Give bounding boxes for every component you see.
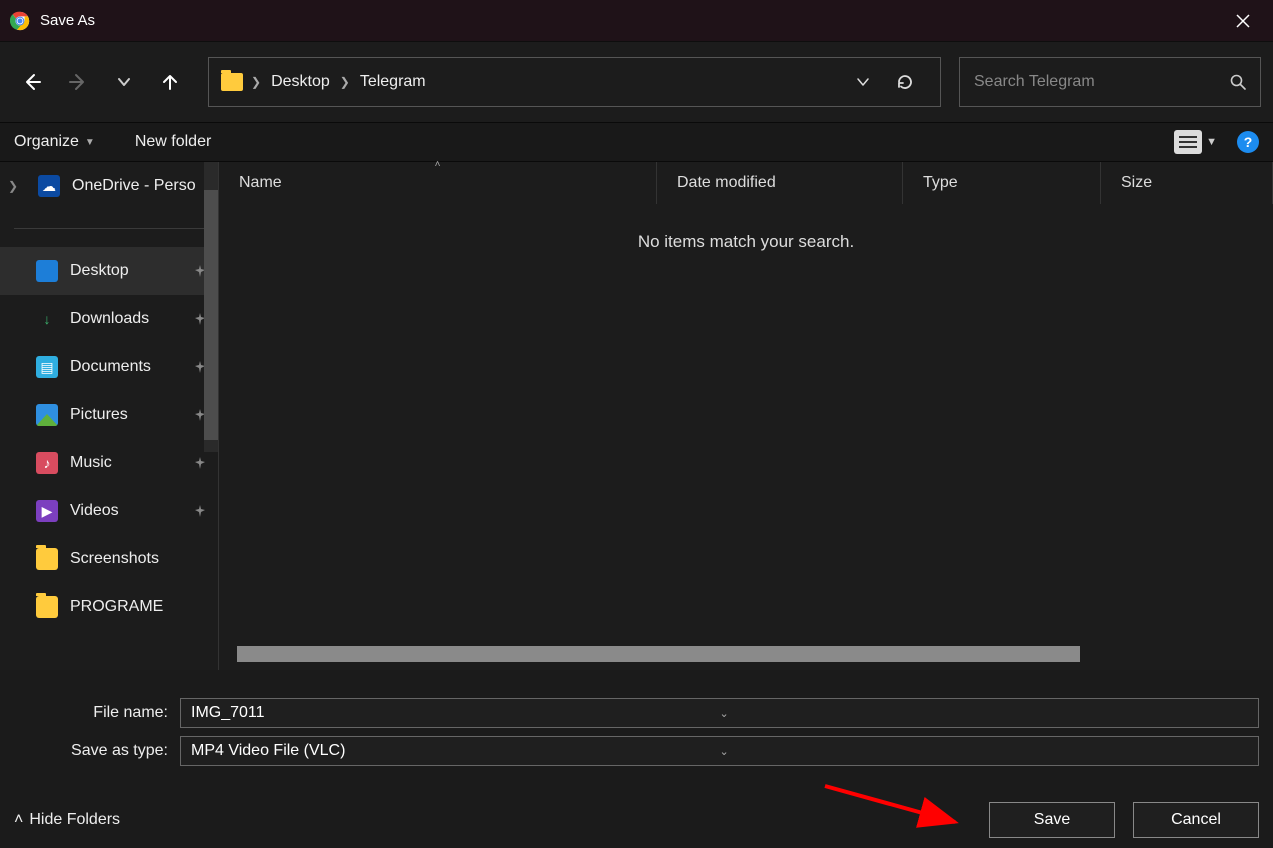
hide-folders-button[interactable]: ˄ Hide Folders (14, 811, 120, 829)
sidebar-item-downloads[interactable]: ↓ Downloads (0, 295, 218, 343)
search-bar[interactable] (959, 57, 1261, 107)
chevron-right-icon[interactable]: ❯ (8, 179, 26, 193)
folder-icon (36, 596, 58, 618)
column-date[interactable]: Date modified (657, 162, 903, 204)
column-type-label: Type (923, 174, 958, 192)
close-button[interactable] (1223, 1, 1263, 41)
pin-icon (194, 457, 206, 469)
sidebar: ❯ ☁ OneDrive - Perso Desktop ↓ Downloads ▤ D… (0, 162, 218, 670)
breadcrumb-telegram[interactable]: Telegram (358, 73, 428, 91)
sidebar-scrollbar-thumb[interactable] (204, 190, 218, 440)
title-bar: Save As (0, 0, 1273, 42)
back-button[interactable] (12, 62, 52, 102)
chevron-right-icon[interactable]: ❯ (251, 75, 261, 89)
sidebar-item-label: Documents (70, 358, 151, 376)
filename-label: File name: (14, 704, 180, 722)
organize-label: Organize (14, 133, 79, 151)
help-button[interactable]: ? (1237, 131, 1259, 153)
bottom-panel: File name: ⌄ Save as type: MP4 Video Fil… (0, 670, 1273, 848)
download-icon: ↓ (36, 308, 58, 330)
refresh-button[interactable] (896, 73, 928, 91)
up-button[interactable] (150, 62, 190, 102)
save-button[interactable]: Save (989, 802, 1115, 838)
pin-icon (194, 505, 206, 517)
address-dropdown[interactable] (856, 75, 888, 89)
savetype-dropdown[interactable]: ⌄ (720, 745, 1249, 758)
savetype-field[interactable]: MP4 Video File (VLC) ⌄ (180, 736, 1259, 766)
empty-message: No items match your search. (219, 204, 1273, 252)
search-input[interactable] (974, 73, 1230, 91)
horizontal-scrollbar-thumb[interactable] (237, 646, 1080, 662)
sidebar-item-label: PROGRAME (70, 598, 163, 616)
savetype-label: Save as type: (14, 742, 180, 760)
chevron-right-icon[interactable]: ❯ (340, 75, 350, 89)
filename-row: File name: ⌄ (14, 698, 1259, 728)
music-icon: ♪ (36, 452, 58, 474)
new-folder-label: New folder (135, 133, 211, 151)
new-folder-button[interactable]: New folder (135, 133, 211, 151)
view-options-button[interactable] (1174, 130, 1202, 154)
window-title: Save As (40, 12, 1223, 29)
nav-bar: ❯ Desktop ❯ Telegram (0, 42, 1273, 122)
sidebar-item-label: Downloads (70, 310, 149, 328)
chevron-up-icon: ˄ (14, 811, 23, 829)
recent-dropdown[interactable] (104, 62, 144, 102)
cancel-button-label: Cancel (1171, 811, 1221, 829)
column-headers: Name ˄ Date modified Type Size (219, 162, 1273, 204)
column-type[interactable]: Type (903, 162, 1101, 204)
organize-button[interactable]: Organize ▼ (14, 133, 95, 151)
sidebar-item-desktop[interactable]: Desktop (0, 247, 218, 295)
picture-icon (36, 404, 58, 426)
sidebar-item-label: Videos (70, 502, 119, 520)
file-list: Name ˄ Date modified Type Size No items … (218, 162, 1273, 670)
hide-folders-label: Hide Folders (29, 811, 120, 829)
document-icon: ▤ (36, 356, 58, 378)
toolbar: Organize ▼ New folder ▼ ? (0, 122, 1273, 162)
sort-indicator-icon: ˄ (435, 159, 441, 170)
sidebar-item-videos[interactable]: ▶ Videos (0, 487, 218, 535)
filename-field[interactable]: ⌄ (180, 698, 1259, 728)
onedrive-icon: ☁ (38, 175, 60, 197)
column-name-label: Name (239, 174, 282, 192)
forward-button[interactable] (58, 62, 98, 102)
savetype-value: MP4 Video File (VLC) (191, 742, 720, 760)
sidebar-item-onedrive[interactable]: ❯ ☁ OneDrive - Perso (0, 162, 218, 210)
sidebar-item-programe[interactable]: PROGRAME (0, 583, 218, 631)
filename-input[interactable] (191, 704, 720, 722)
caret-down-icon: ▼ (85, 137, 95, 148)
filename-dropdown[interactable]: ⌄ (720, 707, 1249, 720)
sidebar-item-label: Pictures (70, 406, 128, 424)
separator (14, 228, 204, 229)
view-options-dropdown[interactable]: ▼ (1206, 136, 1217, 148)
address-bar[interactable]: ❯ Desktop ❯ Telegram (208, 57, 941, 107)
main-area: ❯ ☁ OneDrive - Perso Desktop ↓ Downloads ▤ D… (0, 162, 1273, 670)
sidebar-item-label: Music (70, 454, 112, 472)
sidebar-item-pictures[interactable]: Pictures (0, 391, 218, 439)
video-icon: ▶ (36, 500, 58, 522)
sidebar-item-label: Screenshots (70, 550, 159, 568)
sidebar-item-label: OneDrive - Perso (72, 177, 196, 195)
folder-icon (221, 73, 243, 91)
sidebar-item-music[interactable]: ♪ Music (0, 439, 218, 487)
bottom-actions: ˄ Hide Folders Save Cancel (0, 802, 1273, 838)
column-date-label: Date modified (677, 174, 776, 192)
sidebar-item-screenshots[interactable]: Screenshots (0, 535, 218, 583)
desktop-icon (36, 260, 58, 282)
chrome-icon (10, 11, 30, 31)
search-icon[interactable] (1230, 74, 1246, 90)
column-size[interactable]: Size (1101, 162, 1273, 204)
savetype-row: Save as type: MP4 Video File (VLC) ⌄ (14, 736, 1259, 766)
folder-icon (36, 548, 58, 570)
breadcrumb-desktop[interactable]: Desktop (269, 73, 332, 91)
sidebar-item-label: Desktop (70, 262, 129, 280)
cancel-button[interactable]: Cancel (1133, 802, 1259, 838)
column-size-label: Size (1121, 174, 1152, 192)
column-name[interactable]: Name ˄ (219, 162, 657, 204)
sidebar-item-documents[interactable]: ▤ Documents (0, 343, 218, 391)
save-button-label: Save (1034, 811, 1070, 829)
